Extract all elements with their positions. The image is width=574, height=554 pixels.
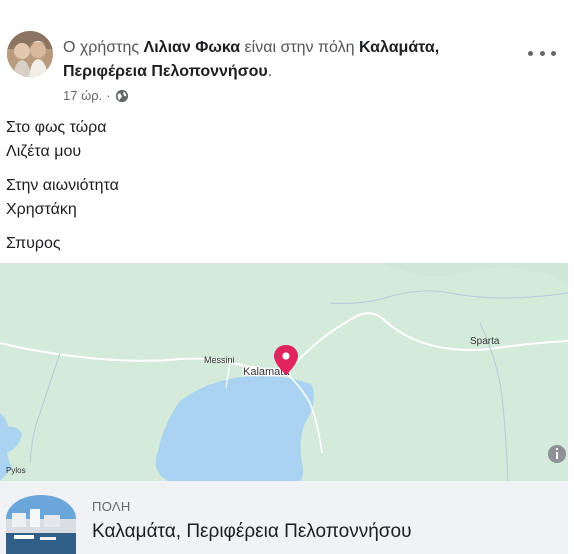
author-name-link[interactable]: Λιλιαν Φωκα	[144, 39, 241, 56]
post-paragraph: Στο φως τώρα Λιζέτα μου	[6, 116, 119, 164]
header-prefix: Ο χρήστης	[63, 39, 144, 56]
post-body: Στο φως τώρα Λιζέτα μου Στην αιωνιότητα …	[6, 116, 119, 266]
post-line: Στο φως τώρα	[6, 119, 107, 136]
map-label-pylos: Pylos	[6, 466, 26, 475]
location-link-region[interactable]: Περιφέρεια Πελοποννήσου	[63, 63, 268, 80]
post-timestamp[interactable]: 17 ώρ.	[63, 88, 102, 103]
place-name-link[interactable]: Καλαμάτα, Περιφέρεια Πελοποννήσου	[92, 521, 411, 543]
post-paragraph: Στην αιωνιότητα Χρηστάκη	[6, 174, 119, 222]
place-thumbnail	[6, 495, 76, 554]
location-map[interactable]: Messini Kalamata Sparta Pylos	[0, 263, 568, 481]
location-link[interactable]: Καλαμάτα,	[359, 39, 439, 56]
more-options-button[interactable]	[528, 44, 556, 62]
globe-icon	[115, 89, 128, 102]
more-options-dot	[539, 50, 545, 56]
post-line: Χρηστάκη	[6, 201, 77, 218]
map-label-messini: Messini	[204, 355, 235, 365]
more-options-icon	[528, 50, 533, 56]
post-line: Σπυρος	[6, 235, 61, 252]
post-line: Στην αιωνιότητα	[6, 177, 119, 194]
avatar[interactable]	[7, 31, 53, 77]
map-label-sparta: Sparta	[470, 336, 500, 347]
meta-separator: ·	[106, 88, 111, 103]
more-options-dot	[551, 50, 556, 56]
facebook-post: Ο χρήστης Λιλιαν Φωκα είναι στην πόλη Κα…	[0, 0, 574, 554]
place-card[interactable]: ΠΟΛΗ Καλαμάτα, Περιφέρεια Πελοποννήσου	[0, 481, 568, 554]
post-header: Ο χρήστης Λιλιαν Φωκα είναι στην πόλη Κα…	[63, 36, 523, 84]
place-category: ΠΟΛΗ	[92, 499, 131, 514]
post-paragraph: Σπυρος	[6, 232, 119, 256]
header-middle: είναι στην πόλη	[240, 39, 359, 56]
info-icon[interactable]	[548, 445, 566, 463]
header-suffix: .	[267, 63, 273, 80]
post-meta: 17 ώρ. ·	[63, 88, 129, 103]
post-line: Λιζέτα μου	[6, 143, 82, 160]
